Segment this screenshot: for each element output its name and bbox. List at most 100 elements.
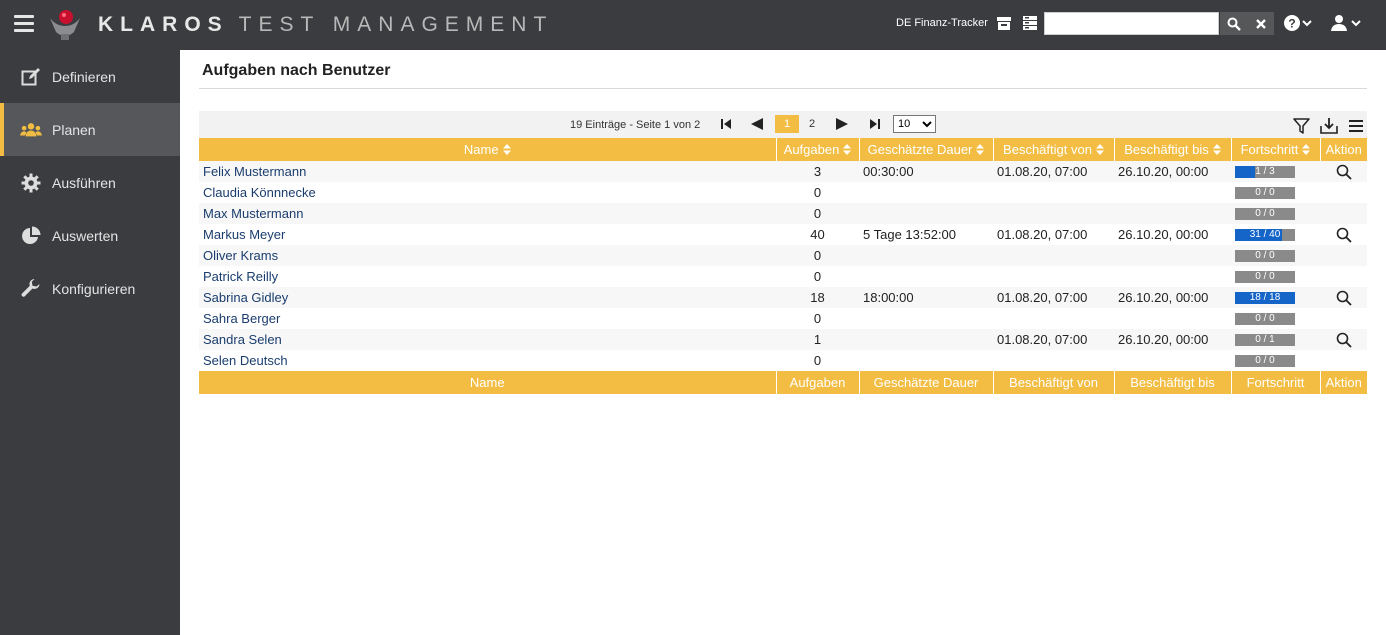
progress-bar: 18 / 18 — [1235, 291, 1295, 304]
search-input[interactable] — [1044, 12, 1219, 35]
page-size-select[interactable]: 10 — [893, 115, 936, 133]
table-row: Felix Mustermann 3 00:30:00 01.08.20, 07:00… — [199, 161, 1367, 182]
clear-search-button[interactable] — [1247, 12, 1274, 35]
progress-bar: 0 / 0 — [1235, 249, 1295, 262]
sort-icon — [1095, 144, 1104, 155]
next-page-button[interactable] — [834, 117, 850, 131]
last-page-button[interactable] — [867, 117, 883, 131]
name-cell[interactable]: Patrick Reilly — [199, 266, 776, 287]
sidebar-item-definieren[interactable]: Definieren — [0, 50, 180, 103]
column-header-duration[interactable]: Geschätzte Dauer — [858, 138, 993, 161]
action-cell — [1320, 203, 1367, 224]
progress-bar: 0 / 1 — [1235, 333, 1295, 346]
column-header-aufgaben[interactable]: Aufgaben — [775, 138, 859, 161]
duration-cell — [859, 308, 993, 329]
sidebar-item-auswerten[interactable]: Auswerten — [0, 209, 180, 262]
progress-cell: 0 / 0 — [1231, 203, 1320, 224]
progress-cell: 0 / 1 — [1231, 329, 1320, 350]
server-icon[interactable] — [1021, 14, 1039, 32]
duration-cell — [859, 350, 993, 371]
to-cell: 26.10.20, 00:00 — [1114, 329, 1231, 350]
action-cell — [1320, 224, 1367, 245]
project-name[interactable]: DE Finanz-Tracker — [896, 17, 988, 29]
tasks-cell: 0 — [813, 269, 822, 284]
to-cell — [1114, 350, 1231, 371]
from-cell: 01.08.20, 07:00 — [997, 227, 1088, 242]
table-footer-row: Name Aufgaben Geschätzte Dauer Beschäfti… — [199, 371, 1367, 394]
wrench-icon — [21, 278, 40, 297]
help-icon[interactable]: ? — [1283, 14, 1313, 32]
first-page-button[interactable] — [718, 117, 734, 131]
name-cell[interactable]: Sabrina Gidley — [199, 287, 776, 308]
user-icon[interactable] — [1330, 14, 1362, 32]
name-cell[interactable]: Claudia Könnnecke — [199, 182, 776, 203]
table-row: Selen Deutsch 0 0 / 0 — [199, 350, 1367, 371]
from-cell — [993, 350, 1114, 371]
action-cell — [1320, 245, 1367, 266]
column-header-label: Beschäftigt bis — [1124, 142, 1209, 157]
duration-cell — [859, 182, 993, 203]
column-header-to[interactable]: Beschäftigt bis — [1113, 138, 1231, 161]
name-cell[interactable]: Markus Meyer — [199, 224, 776, 245]
column-footer-name: Name — [199, 371, 776, 394]
page-1-button[interactable]: 1 — [775, 115, 799, 133]
progress-label: 31 / 40 — [1249, 228, 1281, 240]
name-cell[interactable]: Oliver Krams — [199, 245, 776, 266]
view-details-icon[interactable] — [1336, 332, 1352, 348]
duration-cell — [859, 329, 993, 350]
column-header-from[interactable]: Beschäftigt von — [992, 138, 1114, 161]
duration-cell: 00:30:00 — [859, 161, 993, 182]
from-cell — [993, 182, 1114, 203]
column-footer-to: Beschäftigt bis — [1113, 371, 1231, 394]
name-cell[interactable]: Max Mustermann — [199, 203, 776, 224]
action-cell — [1320, 308, 1367, 329]
column-footer-action: Aktion — [1319, 371, 1367, 394]
view-details-icon[interactable] — [1336, 290, 1352, 306]
view-details-icon[interactable] — [1336, 164, 1352, 180]
name-cell[interactable]: Sandra Selen — [199, 329, 776, 350]
progress-bar: 31 / 40 — [1235, 228, 1295, 241]
column-header-name[interactable]: Name — [199, 138, 776, 161]
filter-icon — [1292, 117, 1310, 134]
column-header-label: Geschätzte Dauer — [867, 142, 973, 157]
tasks-cell: 0 — [776, 245, 859, 266]
progress-label: 0 / 0 — [1255, 249, 1275, 261]
from-cell — [993, 266, 1114, 287]
table-row: Markus Meyer 40 5 Tage 13:52:00 01.08.20, 0… — [199, 224, 1367, 245]
archive-icon[interactable] — [995, 14, 1013, 32]
search-button[interactable] — [1220, 12, 1247, 35]
sidebar-item-ausfuehren[interactable]: Ausführen — [0, 156, 180, 209]
column-footer-aufgaben: Aufgaben — [775, 371, 859, 394]
column-menu-button[interactable] — [1347, 117, 1365, 134]
previous-page-button[interactable] — [749, 117, 765, 131]
tasks-by-user-table: Name Aufgaben Geschätzte Dauer Beschäfti… — [199, 138, 1367, 394]
gear-icon — [21, 173, 41, 192]
column-header-progress[interactable]: Fortschritt — [1230, 138, 1320, 161]
klaros-logo — [50, 10, 80, 40]
filter-button[interactable] — [1292, 117, 1310, 134]
view-details-icon[interactable] — [1336, 227, 1352, 243]
to-cell — [1114, 266, 1231, 287]
duration-cell — [859, 266, 993, 287]
brand-bold: KLAROS — [98, 13, 229, 36]
column-header-label: Beschäftigt von — [1003, 142, 1092, 157]
export-button[interactable] — [1320, 117, 1338, 134]
sort-icon — [843, 144, 852, 155]
table-row: Patrick Reilly 0 0 / 0 — [199, 266, 1367, 287]
table-row: Oliver Krams 0 0 / 0 — [199, 245, 1367, 266]
menu-icon[interactable] — [14, 15, 34, 33]
progress-bar: 0 / 0 — [1235, 354, 1295, 367]
sidebar-item-planen[interactable]: Planen — [0, 103, 180, 156]
page-2-button[interactable]: 2 — [804, 115, 820, 133]
action-cell — [1320, 350, 1367, 371]
from-cell: 01.08.20, 07:00 — [993, 161, 1114, 182]
sort-icon — [502, 144, 511, 155]
name-cell[interactable]: Felix Mustermann — [199, 161, 776, 182]
sidebar-item-konfigurieren[interactable]: Konfigurieren — [0, 262, 180, 315]
table-row: Max Mustermann 0 0 / 0 — [199, 203, 1367, 224]
tasks-cell: 1 — [776, 329, 859, 350]
column-footer-duration: Geschätzte Dauer — [858, 371, 993, 394]
tasks-cell: 0 — [813, 311, 822, 326]
name-cell[interactable]: Sahra Berger — [199, 308, 776, 329]
name-cell[interactable]: Selen Deutsch — [199, 350, 776, 371]
